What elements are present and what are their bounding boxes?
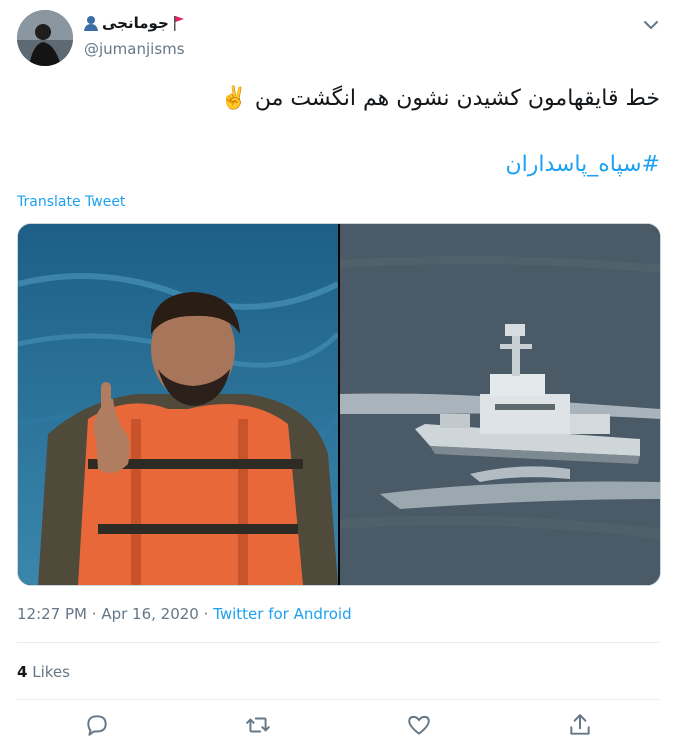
meta-separator: ·	[203, 605, 214, 623]
hashtag-link[interactable]: #سپاه_پاسداران	[505, 152, 660, 177]
like-icon[interactable]	[406, 712, 432, 738]
avatar[interactable]	[17, 10, 73, 66]
meta-separator: ·	[91, 605, 102, 623]
navy-ship-photo[interactable]	[340, 224, 660, 585]
likes-label: Likes	[32, 663, 70, 681]
likes-count[interactable]: 4 Likes	[17, 663, 70, 681]
media-grid	[17, 223, 661, 586]
tweet-source-link[interactable]: Twitter for Android	[213, 605, 351, 623]
tweet-actions-bar	[0, 708, 677, 748]
display-name[interactable]: جومانجی	[102, 14, 169, 32]
share-icon[interactable]	[567, 712, 593, 738]
person-silhouette-icon	[84, 16, 98, 31]
tweet-text: خط قایقهامون کشیدن نشون هم انگشت من ✌️	[220, 86, 660, 111]
victory-hand-emoji-icon: ✌️	[220, 86, 248, 111]
user-handle[interactable]: @jumanjisms	[84, 40, 185, 58]
chevron-down-icon[interactable]	[640, 14, 662, 36]
translate-tweet-link[interactable]: Translate Tweet	[17, 194, 125, 210]
red-flag-icon	[173, 16, 184, 31]
tweet-time[interactable]: 12:27 PM	[17, 605, 87, 623]
likes-number: 4	[17, 663, 28, 681]
man-in-life-vest-photo[interactable]	[18, 224, 338, 585]
tweet-text-content: خط قایقهامون کشیدن نشون هم انگشت من	[254, 86, 660, 111]
tweet-date[interactable]: Apr 16, 2020	[101, 605, 199, 623]
divider	[17, 642, 659, 643]
reply-icon[interactable]	[84, 712, 110, 738]
tweet-metadata: 12:27 PM · Apr 16, 2020 · Twitter for An…	[17, 605, 352, 623]
divider	[17, 699, 659, 700]
display-name-row[interactable]: جومانجی	[84, 14, 185, 32]
avatar-image	[17, 10, 73, 66]
retweet-icon[interactable]	[245, 712, 271, 738]
